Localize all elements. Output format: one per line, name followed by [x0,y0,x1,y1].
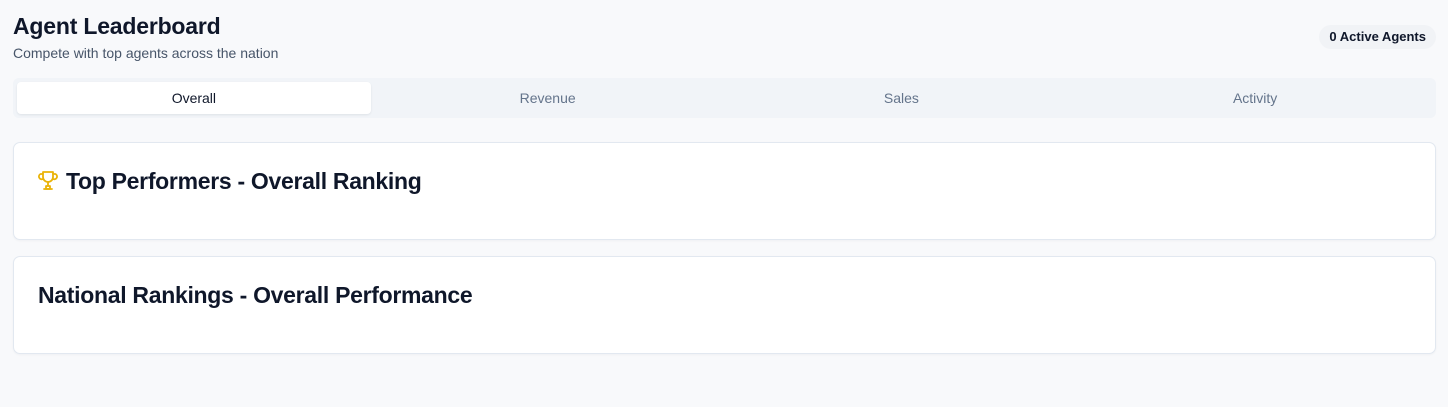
page-title: Agent Leaderboard [13,13,221,39]
top-performers-title: Top Performers - Overall Ranking [66,168,422,194]
tab-activity[interactable]: Activity [1078,82,1432,114]
leaderboard-page: Agent Leaderboard Compete with top agent… [0,0,1448,407]
leaderboard-tabs: Overall Revenue Sales Activity [13,78,1436,118]
national-rankings-card: National Rankings - Overall Performance [13,256,1436,354]
national-rankings-heading: National Rankings - Overall Performance [38,280,473,310]
trophy-icon [38,170,58,192]
top-performers-heading: Top Performers - Overall Ranking [38,166,422,196]
page-header: Agent Leaderboard Compete with top agent… [13,12,1436,64]
national-rankings-title: National Rankings - Overall Performance [38,282,473,308]
top-performers-card: Top Performers - Overall Ranking [13,142,1436,240]
tab-revenue[interactable]: Revenue [371,82,725,114]
page-subtitle: Compete with top agents across the natio… [13,45,279,61]
active-agents-badge: 0 Active Agents [1319,25,1436,49]
tab-overall[interactable]: Overall [17,82,371,114]
tab-sales[interactable]: Sales [725,82,1079,114]
